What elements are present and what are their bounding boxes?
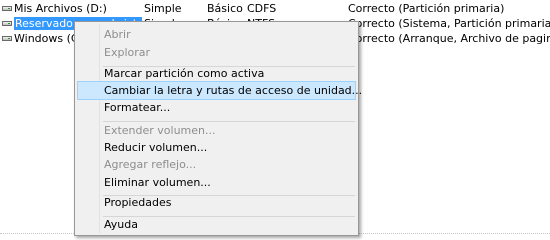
volume-status: Correcto (Partición primaria) bbox=[348, 2, 505, 15]
volume-status: Correcto (Sistema, Partición primaria) bbox=[348, 17, 550, 30]
volume-filesystem: CDFS bbox=[247, 2, 277, 15]
drive-icon bbox=[2, 4, 12, 13]
menu-item-formatear[interactable]: Formatear... bbox=[77, 98, 356, 117]
volume-name: Mis Archivos (D:) bbox=[14, 2, 107, 15]
context-menu: Abrir Explorar Marcar partición como act… bbox=[74, 21, 362, 236]
drive-icon bbox=[2, 19, 12, 28]
menu-item-ayuda[interactable]: Ayuda bbox=[77, 215, 356, 234]
menu-item-agregar-reflejo[interactable]: Agregar reflejo... bbox=[77, 155, 356, 174]
volume-layout: Simple bbox=[144, 2, 182, 15]
volume-type: Básico bbox=[207, 2, 243, 15]
drive-icon bbox=[2, 34, 12, 43]
volume-status: Correcto (Arranque, Archivo de paginaci bbox=[348, 32, 550, 45]
volume-row[interactable]: Mis Archivos (D:) Simple Básico CDFS Cor… bbox=[0, 1, 550, 17]
menu-item-explorar[interactable]: Explorar bbox=[77, 43, 356, 62]
menu-item-eliminar[interactable]: Eliminar volumen... bbox=[77, 173, 356, 192]
menu-item-abrir[interactable]: Abrir bbox=[77, 25, 356, 44]
menu-item-propiedades[interactable]: Propiedades bbox=[77, 193, 356, 212]
